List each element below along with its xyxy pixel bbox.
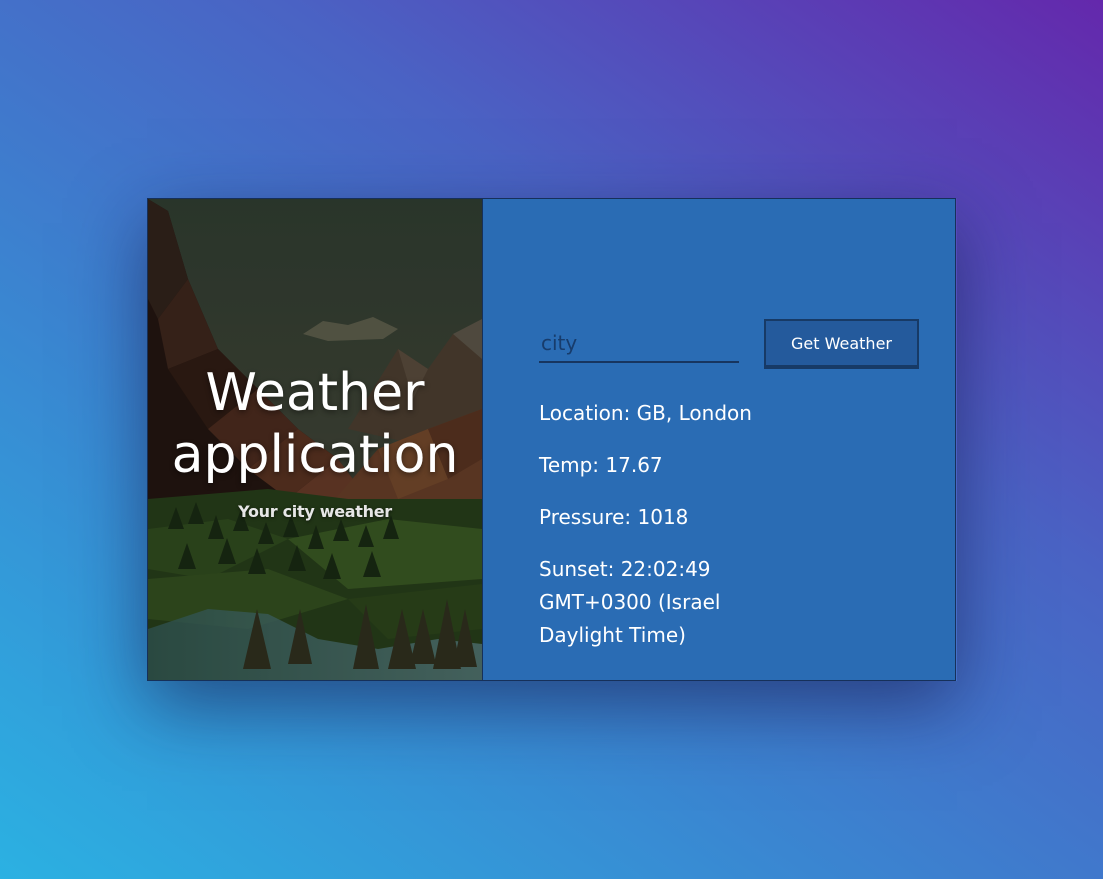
get-weather-button[interactable]: Get Weather	[764, 319, 919, 369]
sunset-text: Sunset: 22:02:49 GMT+0300 (Israel Daylig…	[539, 557, 721, 647]
weather-card: Weather application Your city weather Ge…	[147, 198, 957, 681]
hero-text: Weather application Your city weather	[148, 199, 482, 680]
weather-results: Location: GB, London Temp: 17.67 Pressur…	[539, 397, 759, 671]
app-title-line2: application	[171, 425, 459, 485]
weather-panel: Get Weather Location: GB, London Temp: 1…	[483, 198, 956, 681]
pressure-text: Pressure: 1018	[539, 505, 689, 529]
temperature-text: Temp: 17.67	[539, 453, 663, 477]
hero-panel: Weather application Your city weather	[147, 198, 483, 681]
app-subtitle: Your city weather	[238, 502, 392, 521]
app-title-line1: Weather	[205, 363, 425, 423]
app-title: Weather application	[172, 362, 459, 486]
location-text: Location: GB, London	[539, 401, 752, 425]
city-input[interactable]	[539, 325, 739, 363]
